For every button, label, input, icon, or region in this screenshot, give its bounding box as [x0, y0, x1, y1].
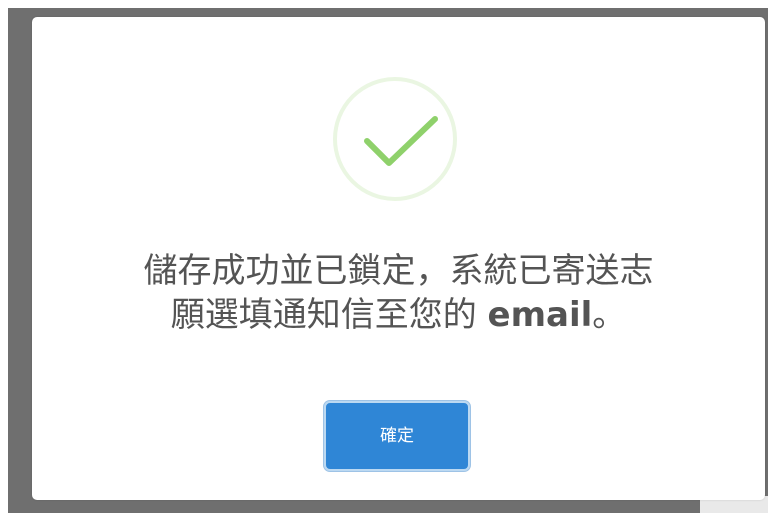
message-email-word: email — [487, 295, 593, 335]
checkmark-icon — [364, 116, 438, 166]
confirm-button[interactable]: 確定 — [324, 401, 470, 471]
dialog-message: 儲存成功並已鎖定，系統已寄送志 願選填通知信至您的 email。 — [56, 249, 741, 337]
message-line-1: 儲存成功並已鎖定，系統已寄送志 — [143, 251, 654, 291]
success-check-circle — [333, 77, 457, 201]
message-line-2: 願選填通知信至您的 email。 — [56, 293, 741, 337]
message-line-2-prefix: 願選填通知信至您的 — [170, 295, 488, 335]
message-line-2-suffix: 。 — [592, 295, 627, 335]
success-dialog: 儲存成功並已鎖定，系統已寄送志 願選填通知信至您的 email。 確定 — [32, 17, 765, 500]
